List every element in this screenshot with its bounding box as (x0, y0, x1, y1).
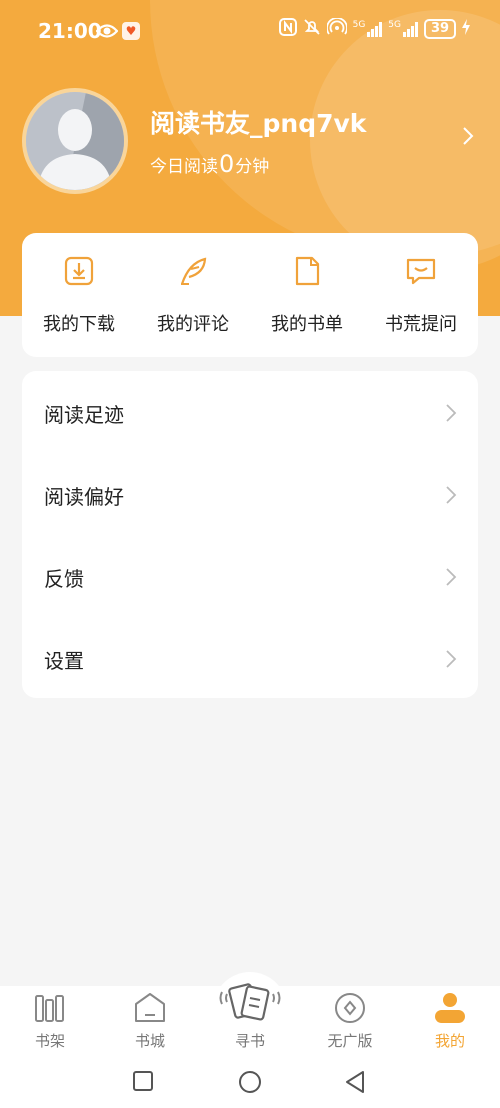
bookshelf-icon (35, 995, 64, 1022)
tab-bookstore[interactable]: 书城 (100, 986, 200, 1058)
app-notification-icon: ♥ (122, 22, 140, 40)
signal-icon: 5G (353, 21, 383, 37)
username[interactable]: 阅读书友_pnq7vk (150, 104, 366, 140)
reading-suffix: 分钟 (235, 157, 270, 177)
tab-no-ads[interactable]: 无广版 (300, 986, 400, 1058)
quick-action-comments[interactable]: 我的评论 (136, 233, 250, 357)
status-time: 21:00 (38, 19, 102, 43)
chevron-right-icon (446, 568, 457, 586)
menu-item-label: 设置 (44, 649, 84, 673)
nfc-icon (278, 18, 297, 40)
quick-action-label: 书荒提问 (385, 314, 457, 335)
quick-action-label: 我的评论 (157, 314, 229, 335)
back-button[interactable] (344, 1070, 366, 1098)
bottom-tab-bar: 书架 书城 寻书 无广版 我的 (0, 983, 500, 1058)
tab-label: 书城 (134, 1032, 165, 1050)
quick-action-download[interactable]: 我的下载 (22, 233, 136, 357)
quick-action-label: 我的书单 (271, 314, 343, 335)
menu-item-settings[interactable]: 设置 (22, 617, 478, 699)
signal-label: 5G (352, 20, 366, 30)
recent-apps-button[interactable] (132, 1070, 154, 1096)
tab-find-book[interactable]: 寻书 (200, 983, 300, 1058)
avatar[interactable] (22, 88, 128, 194)
status-icons: 5G 5G 39 (278, 17, 470, 40)
quick-actions-card: 我的下载 我的评论 我的书单 书荒提问 (22, 233, 478, 357)
charging-icon (462, 19, 470, 39)
menu-item-label: 阅读偏好 (44, 485, 124, 509)
feather-icon (180, 257, 207, 285)
quick-action-ask[interactable]: 书荒提问 (364, 233, 478, 357)
menu-card: 阅读足迹 阅读偏好 反馈 设置 (22, 371, 478, 698)
signal-label: 5G (388, 20, 401, 30)
no-ads-icon (335, 993, 365, 1023)
menu-item-reading-preferences[interactable]: 阅读偏好 (22, 453, 478, 535)
today-reading-time: 今日阅读 0 分钟 (150, 150, 269, 178)
eye-icon (95, 22, 119, 44)
menu-item-label: 反馈 (44, 567, 84, 591)
tab-bookshelf[interactable]: 书架 (0, 986, 100, 1058)
tab-label: 无广版 (327, 1032, 373, 1050)
home-icon (135, 993, 165, 1022)
tab-mine[interactable]: 我的 (400, 986, 500, 1058)
reading-minutes: 0 (219, 150, 235, 178)
quick-action-booklist[interactable]: 我的书单 (250, 233, 364, 357)
document-icon (295, 256, 320, 286)
tab-label: 书架 (34, 1032, 65, 1050)
chevron-right-icon[interactable] (462, 126, 474, 150)
menu-item-feedback[interactable]: 反馈 (22, 535, 478, 617)
quick-action-label: 我的下载 (43, 314, 115, 335)
menu-item-label: 阅读足迹 (44, 403, 124, 427)
tab-label: 寻书 (234, 1032, 265, 1050)
chevron-right-icon (446, 650, 457, 668)
signal-icon: 5G (388, 21, 418, 37)
menu-item-reading-history[interactable]: 阅读足迹 (22, 371, 478, 453)
reading-prefix: 今日阅读 (150, 157, 218, 177)
tab-label: 我的 (434, 1032, 465, 1050)
person-icon (435, 993, 465, 1023)
chevron-right-icon (446, 404, 457, 422)
download-icon (64, 256, 94, 286)
home-button[interactable] (238, 1070, 262, 1098)
battery-icon: 39 (424, 19, 456, 39)
chevron-right-icon (446, 486, 457, 504)
hotspot-icon (325, 17, 348, 40)
status-bar: 21:00 ♥ 5G 5G 39 (0, 0, 500, 62)
mute-icon (303, 18, 321, 40)
message-icon (406, 258, 436, 285)
system-navigation-bar (0, 1058, 500, 1108)
find-book-icon (219, 983, 281, 1021)
